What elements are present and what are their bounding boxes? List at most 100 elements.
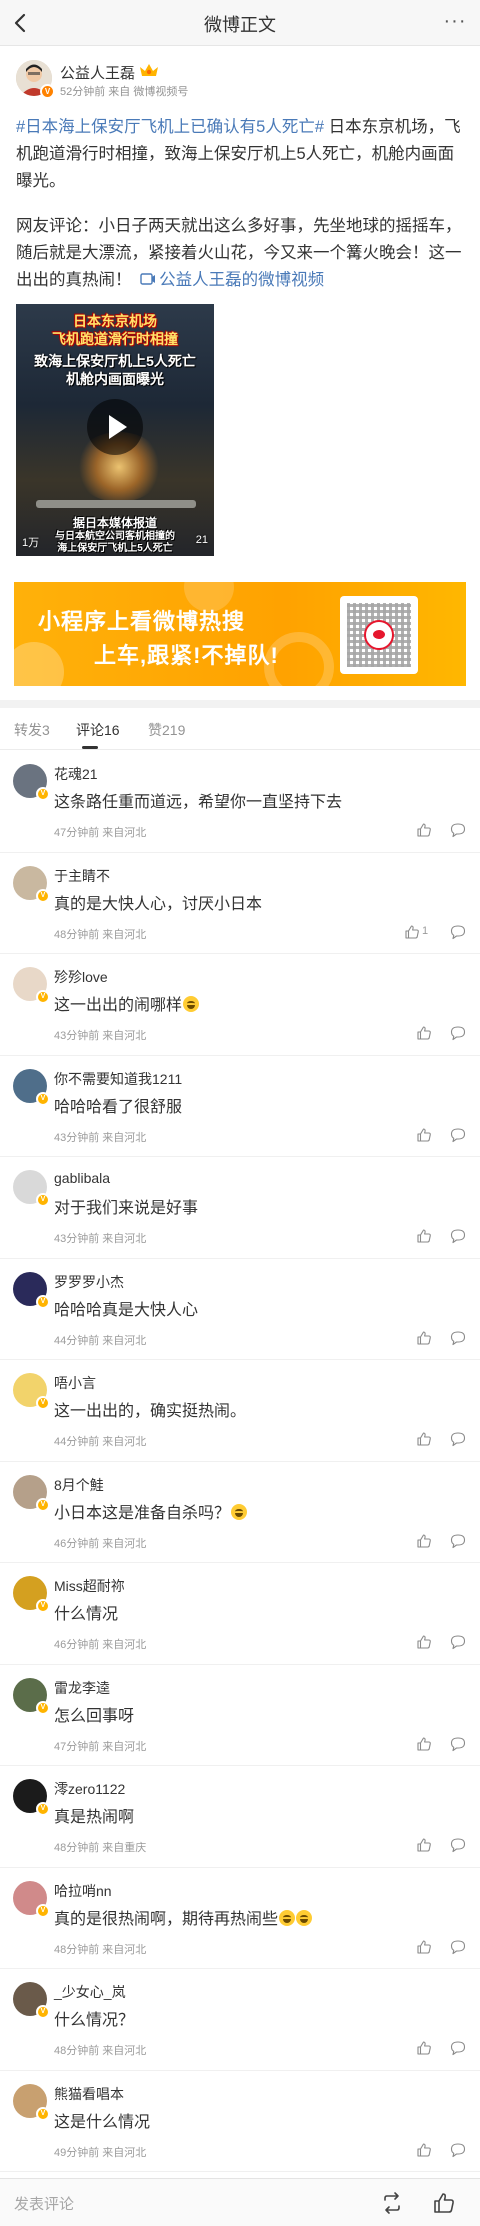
video-link[interactable]: 公益人王磊的微博视频 — [136, 271, 324, 289]
commenter-avatar[interactable]: V — [13, 764, 50, 801]
vip-badge-icon: V — [36, 1802, 50, 1816]
comment-reply-icon[interactable] — [450, 822, 466, 838]
commenter-name[interactable]: 唔小言 — [54, 1373, 96, 1393]
commenter-name[interactable]: 雷龙李逵 — [54, 1678, 110, 1698]
commenter-name[interactable]: gablibala — [54, 1170, 110, 1186]
commenter-name[interactable]: 罗罗罗小杰 — [54, 1272, 124, 1292]
comment-text: 这是什么情况 — [54, 2113, 151, 2131]
comment-item: V 8月个鮭 小日本这是准备自杀吗？ 46分钟前 来自河北 — [0, 1462, 480, 1563]
commenter-avatar[interactable]: V — [13, 1373, 50, 1410]
vip-badge-icon: V — [36, 1903, 50, 1918]
vip-badge-icon: V — [36, 2005, 50, 2019]
topic-link[interactable]: #日本海上保安厅飞机上已确认有5人死亡# — [16, 118, 324, 136]
post-body: #日本海上保安厅飞机上已确认有5人死亡# 日本东京机场，飞机跑道滑行时相撞，致海… — [16, 114, 466, 294]
video-duration: 21 — [195, 534, 208, 546]
comment-text: 怎么回事呀 — [54, 1707, 135, 1725]
comment-like-icon[interactable] — [416, 1431, 432, 1447]
commenter-avatar[interactable]: V — [13, 1880, 50, 1918]
comment-reply-icon[interactable] — [450, 1025, 466, 1041]
vip-badge-icon: V — [36, 1294, 50, 1309]
comment-like-icon[interactable] — [416, 1025, 432, 1041]
commenter-name[interactable]: 殄殄love — [54, 967, 108, 987]
comment-like-icon[interactable] — [416, 1330, 432, 1346]
comment-like-icon[interactable] — [416, 1736, 432, 1752]
commenter-avatar[interactable]: V — [13, 865, 50, 903]
vip-badge-icon: V — [36, 1396, 50, 1410]
author-avatar[interactable]: V — [16, 60, 55, 99]
comment-text: 真是热闹啊 — [54, 1809, 135, 1826]
more-options-icon[interactable]: ··· — [442, 10, 468, 32]
commenter-avatar[interactable]: V — [13, 1779, 50, 1816]
commenter-avatar[interactable]: V — [13, 1271, 50, 1309]
comment-reply-icon[interactable] — [450, 1634, 466, 1650]
comment-like-icon[interactable] — [416, 822, 432, 838]
comment-reply-icon[interactable] — [450, 1431, 466, 1447]
comment-like-icon[interactable] — [416, 2142, 432, 2158]
commenter-avatar[interactable]: V — [13, 967, 50, 1004]
commenter-name[interactable]: 熊猫看唱本 — [54, 2084, 124, 2104]
comment-reply-icon[interactable] — [450, 1330, 466, 1346]
comment-meta: 46分钟前 来自河北 — [54, 1639, 147, 1651]
comment-like-icon[interactable] — [416, 1939, 432, 1955]
weibo-logo-icon — [364, 620, 394, 650]
comment-reply-icon[interactable] — [450, 924, 466, 940]
commenter-avatar[interactable]: V — [13, 1474, 50, 1512]
commenter-avatar[interactable]: V — [13, 1170, 50, 1207]
video-subtitle: 据日本媒体报道 — [72, 516, 157, 530]
author-name[interactable]: 公益人王磊 — [60, 62, 135, 83]
comment-like-icon[interactable] — [416, 1634, 432, 1650]
post-meta: 52分钟前 来自 微博视频号 — [60, 86, 189, 98]
comment-reply-icon[interactable] — [450, 2040, 466, 2056]
commenter-avatar[interactable]: V — [13, 1576, 50, 1613]
commenter-name[interactable]: 哈拉哨nn — [54, 1881, 112, 1901]
comment-reply-icon[interactable] — [450, 1127, 466, 1143]
video-link-icon — [140, 273, 156, 285]
comment-item: V 你不需要知道我1211 哈哈哈看了很舒服 43分钟前 来自河北 — [0, 1056, 480, 1157]
comment-reply-icon[interactable] — [450, 1939, 466, 1955]
banner-headline: 小程序上看微博热搜 — [38, 609, 246, 634]
commenter-avatar[interactable]: V — [13, 1068, 50, 1106]
commenter-name[interactable]: 花魂21 — [54, 764, 98, 784]
commenter-name[interactable]: _少女心_岚 — [54, 1982, 126, 2002]
commenter-avatar[interactable]: V — [13, 2083, 50, 2121]
repost-icon[interactable] — [380, 2191, 404, 2215]
comment-reply-icon[interactable] — [450, 1837, 466, 1853]
commenter-name[interactable]: 澪zero1122 — [54, 1779, 125, 1799]
commenter-name[interactable]: 于主睛不 — [54, 866, 110, 886]
commenter-name[interactable]: 8月个鮭 — [54, 1475, 104, 1495]
like-icon[interactable] — [432, 2191, 456, 2215]
comment-text: 这一出出的，确实挺热闹。 — [54, 1403, 247, 1420]
comment-like-icon[interactable] — [416, 1228, 432, 1244]
play-button-icon[interactable] — [87, 399, 143, 455]
vip-badge-icon: V — [36, 990, 50, 1004]
active-tab-indicator — [82, 746, 98, 749]
comment-like-icon[interactable] — [404, 924, 420, 940]
comment-item: V 殄殄love 这一出出的闹哪样 43分钟前 来自河北 — [0, 954, 480, 1056]
page-title: 微博正文 — [204, 15, 276, 35]
comment-like-icon[interactable] — [416, 2040, 432, 2056]
commenter-name[interactable]: Miss超耐祢 — [54, 1576, 125, 1596]
comment-reply-icon[interactable] — [450, 1228, 466, 1244]
crown-badge-icon — [140, 64, 158, 76]
comment-reply-icon[interactable] — [450, 2142, 466, 2158]
comment-item: V 熊猫看唱本 这是什么情况 49分钟前 来自河北 — [0, 2071, 480, 2172]
comment-item: V 雷龙李逵 怎么回事呀 47分钟前 来自河北 — [0, 1665, 480, 1766]
tab-repost[interactable]: 转发3 — [14, 720, 50, 740]
comment-input[interactable]: 发表评论 — [14, 2193, 74, 2214]
comment-reply-icon[interactable] — [450, 1736, 466, 1752]
commenter-name[interactable]: 你不需要知道我1211 — [54, 1069, 182, 1089]
comment-like-icon[interactable] — [416, 1837, 432, 1853]
commenter-avatar[interactable]: V — [13, 1982, 50, 2019]
comment-item: V gablibala 对于我们来说是好事 43分钟前 来自河北 — [0, 1157, 480, 1259]
comment-reply-icon[interactable] — [450, 1533, 466, 1549]
commenter-avatar[interactable]: V — [13, 1677, 50, 1715]
tab-like[interactable]: 赞219 — [148, 720, 185, 740]
comment-meta: 48分钟前 来自河北 — [54, 2045, 147, 2057]
video-view-count: 1万 — [22, 537, 40, 549]
comment-like-icon[interactable] — [416, 1533, 432, 1549]
video-thumbnail[interactable]: 日本东京机场 飞机跑道滑行时相撞 致海上保安厅机上5人死亡 机舱内画面曝光 据日… — [16, 304, 214, 556]
mini-program-banner[interactable]: 小程序上看微博热搜 上车,跟紧!不掉队! — [14, 582, 466, 686]
tab-comment[interactable]: 评论16 — [76, 720, 120, 740]
vip-badge-icon: V — [36, 1700, 50, 1715]
comment-like-icon[interactable] — [416, 1127, 432, 1143]
